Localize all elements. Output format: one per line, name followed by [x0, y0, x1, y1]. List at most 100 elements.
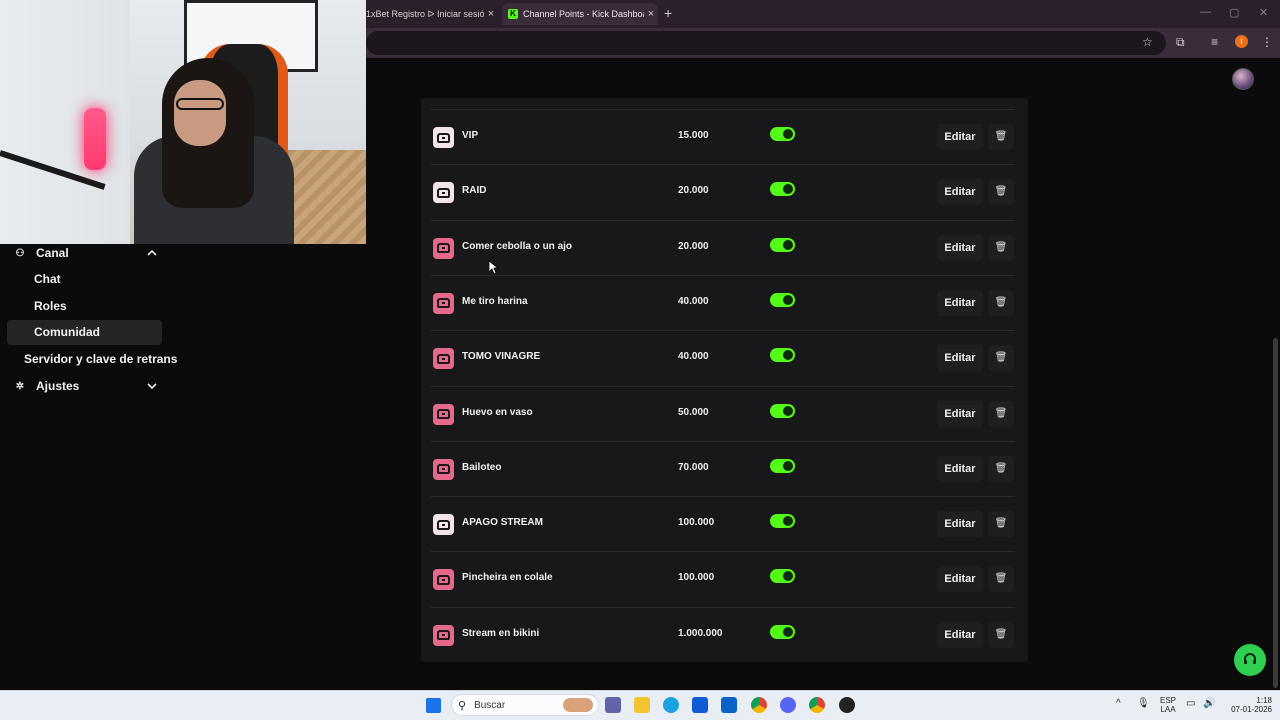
bookmark-star-icon[interactable]: ☆	[1142, 35, 1153, 49]
edit-reward-button[interactable]: Editar	[937, 124, 983, 150]
edge-browser-icon[interactable]	[663, 697, 679, 713]
chrome-profile-app-icon[interactable]	[809, 697, 825, 713]
sidebar-item-ajustes[interactable]: ✲ Ajustes	[14, 375, 80, 397]
reward-enabled-toggle[interactable]	[770, 348, 795, 363]
media-control-icon[interactable]: ≡	[1211, 35, 1218, 49]
delete-reward-button[interactable]: 🗑	[988, 455, 1014, 482]
edit-reward-button[interactable]: Editar	[937, 621, 983, 648]
trash-icon: 🗑	[994, 628, 1008, 640]
maximize-icon[interactable]: ▢	[1229, 6, 1239, 19]
reward-row: Comer cebolla o un ajo 20.000 Editar 🗑	[431, 219, 1015, 275]
window-close-icon[interactable]: ✕	[1259, 6, 1268, 19]
volume-icon[interactable]: 🔊	[1203, 699, 1215, 709]
delete-reward-button[interactable]: 🗑	[988, 289, 1014, 316]
tray-chevron-up-icon[interactable]: ^	[1116, 699, 1121, 709]
treasure-chest-icon	[433, 182, 454, 204]
reward-enabled-toggle[interactable]	[770, 127, 795, 141]
trash-icon: 🗑	[994, 131, 1008, 142]
edit-reward-button[interactable]: Editar	[937, 566, 983, 593]
clock-date: 07-01-2026	[1231, 705, 1272, 714]
reward-enabled-toggle[interactable]	[770, 458, 795, 473]
tab-close-icon[interactable]: ×	[644, 8, 658, 20]
browser-profile-avatar[interactable]: I	[1235, 35, 1248, 48]
outlook-app-icon[interactable]	[721, 697, 737, 713]
delete-reward-button[interactable]: 🗑	[988, 179, 1014, 206]
microphone-tray-icon[interactable]: 🎙	[1137, 699, 1150, 709]
reward-cost: 40.000	[678, 351, 709, 363]
sidebar-item-chat[interactable]: Chat	[34, 268, 61, 290]
microphone	[84, 108, 106, 170]
delete-reward-button[interactable]: 🗑	[988, 511, 1014, 538]
reward-enabled-toggle[interactable]	[770, 403, 795, 418]
sidebar-item-label: Roles	[34, 299, 67, 313]
sidebar-item-servidor[interactable]: Servidor y clave de retrans	[24, 348, 177, 370]
tab-1xbet[interactable]: 1xBet Registro ᐅ Iniciar sesión ×	[366, 3, 498, 25]
reward-enabled-toggle[interactable]	[770, 514, 795, 529]
webcam-wall	[0, 0, 130, 244]
new-tab-button[interactable]: +	[664, 5, 672, 21]
reward-enabled-toggle[interactable]	[770, 624, 795, 639]
edit-reward-button[interactable]: Editar	[937, 234, 983, 261]
store-app-icon[interactable]	[692, 697, 708, 713]
reward-cost: 1.000.000	[678, 627, 723, 639]
delete-reward-button[interactable]: 🗑	[988, 124, 1014, 150]
edit-reward-button[interactable]: Editar	[937, 179, 983, 206]
edit-reward-button[interactable]: Editar	[937, 455, 983, 482]
gear-icon: ✲	[15, 380, 25, 392]
file-explorer-icon[interactable]	[634, 697, 650, 713]
trash-icon: 🗑	[994, 186, 1008, 198]
reward-enabled-toggle[interactable]	[770, 569, 795, 584]
support-chat-button[interactable]	[1234, 644, 1266, 676]
edit-reward-button[interactable]: Editar	[937, 511, 983, 538]
treasure-chest-icon	[433, 569, 454, 591]
language-code: ESP	[1159, 696, 1176, 705]
reward-enabled-toggle[interactable]	[770, 182, 795, 197]
delete-reward-button[interactable]: 🗑	[988, 345, 1014, 372]
network-icon[interactable]: ▭	[1186, 699, 1195, 709]
reward-cost: 15.000	[678, 130, 709, 141]
chevron-up-icon[interactable]	[146, 247, 158, 259]
reward-cost: 70.000	[678, 461, 709, 473]
reward-enabled-toggle[interactable]	[770, 237, 795, 252]
taskbar-search[interactable]: ⚲ Buscar	[451, 694, 599, 716]
widgets-app-icon[interactable]	[605, 697, 621, 713]
language-indicator[interactable]: ESP LAA	[1158, 696, 1178, 714]
reward-name: APAGO STREAM	[462, 517, 543, 529]
edit-reward-button[interactable]: Editar	[937, 400, 983, 427]
tab-close-icon[interactable]: ×	[484, 8, 498, 20]
edit-reward-button[interactable]: Editar	[937, 345, 983, 372]
reward-enabled-toggle[interactable]	[770, 292, 795, 307]
extensions-icon[interactable]: ⧉	[1176, 35, 1185, 50]
discord-app-icon[interactable]	[780, 697, 796, 713]
chrome-app-icon[interactable]	[751, 697, 767, 713]
sidebar-item-roles[interactable]: Roles	[34, 295, 67, 317]
treasure-chest-icon	[433, 292, 454, 314]
kick-favicon-icon: K	[508, 9, 518, 19]
delete-reward-button[interactable]: 🗑	[988, 621, 1014, 648]
sidebar-item-comunidad[interactable]: Comunidad	[34, 321, 100, 343]
chevron-down-icon[interactable]	[146, 380, 158, 392]
page-scrollbar[interactable]	[1273, 338, 1278, 688]
sidebar-item-label: Ajustes	[36, 379, 80, 393]
browser-menu-icon[interactable]: ⋮	[1261, 35, 1273, 49]
sidebar-section-canal[interactable]: ⚇ Canal	[14, 242, 69, 264]
delete-reward-button[interactable]: 🗑	[988, 400, 1014, 427]
address-input[interactable]	[366, 31, 1166, 55]
tab-kick-dashboard[interactable]: K Channel Points - Kick Dashboard ×	[502, 3, 658, 25]
trash-icon: 🗑	[994, 296, 1008, 308]
reward-row: TOMO VINAGRE 40.000 Editar 🗑	[431, 330, 1015, 385]
delete-reward-button[interactable]: 🗑	[988, 234, 1014, 261]
delete-reward-button[interactable]: 🗑	[988, 566, 1014, 593]
user-avatar[interactable]	[1232, 68, 1254, 90]
windows-start-icon[interactable]	[426, 698, 441, 713]
obs-app-icon[interactable]	[839, 697, 855, 713]
clock[interactable]: 1:18 07-01-2026	[1222, 696, 1272, 714]
streamer-glasses	[176, 98, 224, 110]
reward-row: Bailoteo 70.000 Editar 🗑	[431, 440, 1015, 496]
minimize-icon[interactable]: —	[1200, 6, 1211, 18]
reward-name: Huevo en vaso	[462, 406, 533, 418]
treasure-chest-icon	[433, 514, 454, 536]
reward-cost: 20.000	[678, 185, 709, 197]
streamer-face	[174, 80, 226, 146]
edit-reward-button[interactable]: Editar	[937, 289, 983, 316]
